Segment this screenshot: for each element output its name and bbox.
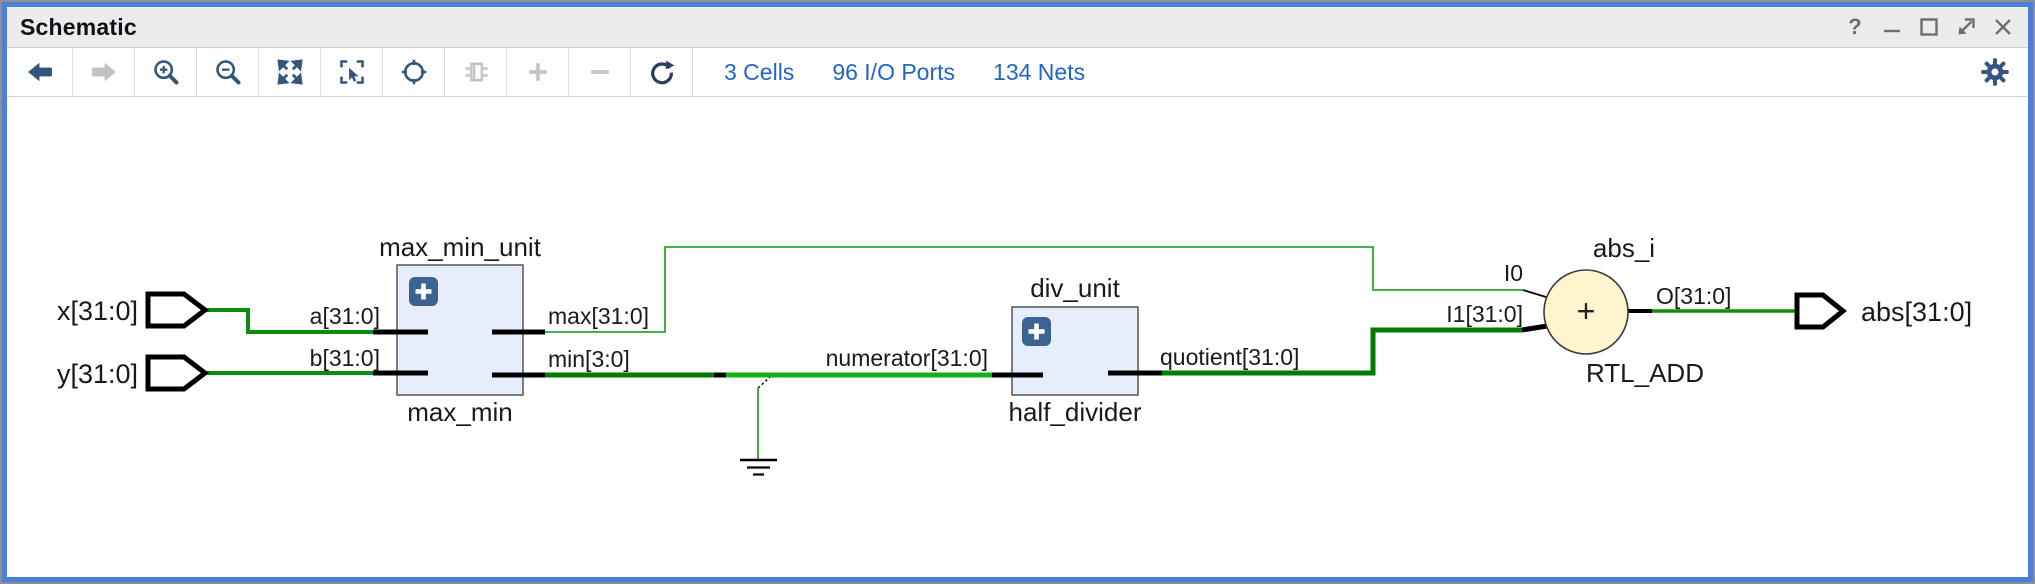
zoom-in-icon — [152, 58, 180, 86]
settings-button[interactable] — [1980, 48, 2028, 96]
pin-o-label: O[31:0] — [1656, 283, 1731, 309]
close-button[interactable] — [1990, 14, 2016, 40]
pin-b-label: b[31:0] — [310, 345, 380, 371]
cell-div-unit[interactable]: div_unit numerator[31:0] quotient[31:0] — [826, 273, 1300, 427]
expand-cone-button[interactable] — [445, 48, 507, 96]
cell-div-module-label: half_divider — [1009, 397, 1142, 427]
minus-icon — [586, 58, 614, 86]
zoom-to-selection-button[interactable] — [321, 48, 383, 96]
schematic-canvas[interactable]: x[31:0] y[31:0] abs[31:0] max_min_unit — [7, 97, 2028, 577]
float-button[interactable] — [1953, 14, 1979, 40]
maximize-button[interactable] — [1916, 14, 1942, 40]
pin-min-label: min[3:0] — [548, 346, 630, 372]
float-icon — [1955, 16, 1977, 38]
expand-cell-button[interactable] — [409, 277, 438, 306]
pin-i1-label: I1[31:0] — [1446, 301, 1523, 327]
maximize-icon — [1918, 16, 1940, 38]
forward-icon — [89, 59, 119, 85]
toolbar-spacer — [1104, 48, 1980, 96]
help-button[interactable]: ? — [1842, 14, 1868, 40]
chip-icon — [462, 58, 490, 86]
output-port-abs[interactable] — [1797, 295, 1843, 327]
cell-max-min-module-label: max_min — [407, 397, 512, 427]
cell-max-min-instance-label: max_min_unit — [379, 232, 542, 262]
input-port-y[interactable] — [148, 357, 205, 389]
cell-div-instance-label: div_unit — [1030, 273, 1120, 303]
zoom-fit-button[interactable] — [259, 48, 321, 96]
regenerate-button[interactable] — [631, 48, 693, 96]
back-button[interactable] — [7, 48, 73, 96]
cells-count-link[interactable]: 3 Cells — [705, 59, 813, 86]
schematic-drawing: x[31:0] y[31:0] abs[31:0] max_min_unit — [7, 97, 2028, 577]
expand-cell-button[interactable] — [1022, 317, 1051, 346]
pin-quotient-label: quotient[31:0] — [1160, 344, 1299, 370]
help-icon: ? — [1848, 14, 1861, 40]
app-shell: Schematic ? — [0, 0, 2035, 584]
window-controls: ? — [1842, 14, 2016, 40]
cell-adder-instance-label: abs_i — [1593, 233, 1655, 263]
stats-links: 3 Cells 96 I/O Ports 134 Nets — [693, 48, 1104, 96]
adder-operator: + — [1577, 293, 1596, 329]
collapse-button[interactable] — [569, 48, 631, 96]
ground-tap[interactable] — [740, 377, 777, 475]
pin-max-label: max[31:0] — [548, 303, 649, 329]
zoom-in-button[interactable] — [135, 48, 197, 96]
schematic-window: Schematic ? — [2, 2, 2033, 582]
zoom-out-button[interactable] — [197, 48, 259, 96]
back-icon — [25, 59, 55, 85]
title-bar: Schematic ? — [7, 7, 2028, 48]
schematic-toolbar: 3 Cells 96 I/O Ports 134 Nets — [7, 48, 2028, 97]
output-port-abs-label: abs[31:0] — [1861, 297, 1972, 327]
input-port-x[interactable] — [148, 294, 205, 326]
pin-i0-label: I0 — [1504, 260, 1523, 286]
minimize-icon — [1881, 16, 1903, 38]
forward-button[interactable] — [73, 48, 135, 96]
pin-a-label: a[31:0] — [310, 303, 380, 329]
minimize-button[interactable] — [1879, 14, 1905, 40]
io-ports-count-link[interactable]: 96 I/O Ports — [813, 59, 974, 86]
ground-icon — [740, 460, 777, 475]
gear-icon — [1980, 57, 2010, 87]
nets-count-link[interactable]: 134 Nets — [974, 59, 1104, 86]
crosshair-icon — [400, 58, 428, 86]
input-port-x-label: x[31:0] — [57, 296, 138, 326]
pin-numerator-label: numerator[31:0] — [826, 345, 988, 371]
autofit-selection-button[interactable] — [383, 48, 445, 96]
cell-adder-module-label: RTL_ADD — [1586, 358, 1704, 388]
plus-icon — [524, 58, 552, 86]
close-icon — [1992, 16, 2014, 38]
zoom-to-selection-icon — [338, 58, 366, 86]
zoom-out-icon — [214, 58, 242, 86]
refresh-icon — [648, 58, 676, 86]
cell-max-min-unit[interactable]: max_min_unit a[31:0] b[ — [310, 232, 649, 427]
zoom-fit-icon — [276, 58, 304, 86]
expand-button[interactable] — [507, 48, 569, 96]
window-title: Schematic — [20, 14, 137, 41]
input-port-y-label: y[31:0] — [57, 359, 138, 389]
